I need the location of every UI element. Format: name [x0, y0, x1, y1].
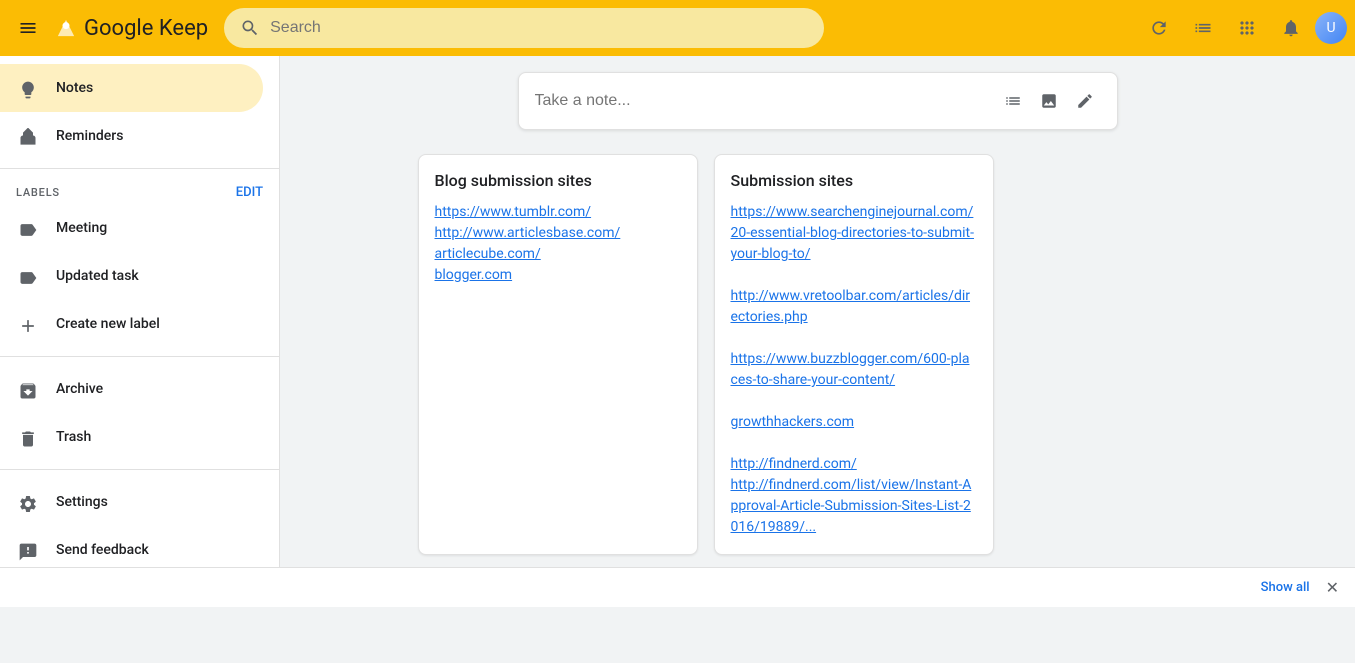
add-icon [16, 312, 40, 336]
new-drawing-button[interactable] [1069, 85, 1101, 117]
note-card-blog-submission[interactable]: Blog submission sites https://www.tumblr… [418, 154, 698, 555]
app-logo: Google Keep [52, 14, 208, 42]
search-icon [240, 18, 260, 38]
sidebar-item-archive[interactable]: Archive [0, 365, 263, 413]
search-input[interactable] [270, 19, 808, 37]
settings-label: Settings [56, 494, 108, 510]
note-title-1: Blog submission sites [435, 171, 681, 190]
apps-button[interactable] [1227, 8, 1267, 48]
create-label-text: Create new label [56, 316, 160, 332]
note-link-buzzblogger[interactable]: https://www.buzzblogger.com/600-places-t… [731, 351, 970, 388]
note-title-2: Submission sites [731, 171, 977, 190]
notes-grid: Blog submission sites https://www.tumblr… [418, 154, 1218, 555]
sidebar-item-create-label[interactable]: Create new label [0, 300, 263, 348]
main-content: Blog submission sites https://www.tumblr… [280, 56, 1355, 607]
note-link-sej[interactable]: https://www.searchenginejournal.com/20-e… [731, 204, 974, 262]
take-note-actions [997, 85, 1101, 117]
reminders-label: Reminders [56, 128, 123, 144]
archive-icon [16, 377, 40, 401]
feedback-label: Send feedback [56, 542, 149, 558]
close-bottom-button[interactable]: ✕ [1326, 578, 1339, 597]
sidebar-item-meeting[interactable]: Meeting [0, 204, 263, 252]
take-note-bar[interactable] [518, 72, 1118, 130]
feedback-icon [16, 538, 40, 562]
refresh-button[interactable] [1139, 8, 1179, 48]
note-body-1: https://www.tumblr.com/ http://www.artic… [435, 202, 681, 286]
note-link-articlecube[interactable]: articlecube.com/ [435, 246, 541, 262]
label-tag-icon-meeting [16, 216, 40, 240]
note-link-tumblr[interactable]: https://www.tumblr.com/ [435, 204, 592, 220]
sidebar-divider-3 [0, 469, 279, 470]
label-meeting: Meeting [56, 220, 107, 236]
new-image-note-button[interactable] [1033, 85, 1065, 117]
sidebar-item-settings[interactable]: Settings [0, 478, 263, 526]
sidebar-item-updated-task[interactable]: Updated task [0, 252, 263, 300]
bottom-bar: Show all ✕ [0, 567, 1355, 607]
sidebar-item-notes[interactable]: Notes [0, 64, 263, 112]
sidebar: Notes Reminders Labels EDIT Meeting [0, 56, 280, 607]
labels-section-header: Labels EDIT [0, 177, 279, 204]
logo-text: Google Keep [84, 16, 208, 41]
note-link-blogger[interactable]: blogger.com [435, 267, 513, 283]
menu-button[interactable] [8, 8, 48, 48]
note-body-2: https://www.searchenginejournal.com/20-e… [731, 202, 977, 538]
header: Google Keep U [0, 0, 1355, 56]
lightbulb-icon [16, 76, 40, 100]
trash-icon [16, 425, 40, 449]
sidebar-item-reminders[interactable]: Reminders [0, 112, 263, 160]
show-all-button[interactable]: Show all [1261, 580, 1310, 595]
take-note-input[interactable] [535, 92, 989, 110]
note-link-articlesbase[interactable]: http://www.articlesbase.com/ [435, 225, 621, 241]
list-view-button[interactable] [1183, 8, 1223, 48]
sidebar-divider-2 [0, 356, 279, 357]
settings-icon [16, 490, 40, 514]
trash-label: Trash [56, 429, 91, 445]
note-link-findnerd[interactable]: http://findnerd.com/http://findnerd.com/… [731, 456, 972, 535]
sidebar-item-trash[interactable]: Trash [0, 413, 263, 461]
reminders-icon [16, 124, 40, 148]
header-actions: U [1139, 8, 1347, 48]
notes-label: Notes [56, 80, 93, 96]
new-list-button[interactable] [997, 85, 1029, 117]
labels-section-title: Labels [16, 186, 60, 199]
sidebar-divider-1 [0, 168, 279, 169]
label-tag-icon-updated-task [16, 264, 40, 288]
search-bar[interactable] [224, 8, 824, 48]
avatar[interactable]: U [1315, 12, 1347, 44]
archive-label: Archive [56, 381, 103, 397]
app-layout: Notes Reminders Labels EDIT Meeting [0, 56, 1355, 607]
notifications-button[interactable] [1271, 8, 1311, 48]
label-updated-task: Updated task [56, 268, 139, 284]
note-card-submission-sites[interactable]: Submission sites https://www.searchengin… [714, 154, 994, 555]
edit-labels-button[interactable]: EDIT [236, 185, 263, 200]
note-link-growthhackers[interactable]: growthhackers.com [731, 414, 855, 430]
note-link-vretoolbar[interactable]: http://www.vretoolbar.com/articles/direc… [731, 288, 971, 325]
